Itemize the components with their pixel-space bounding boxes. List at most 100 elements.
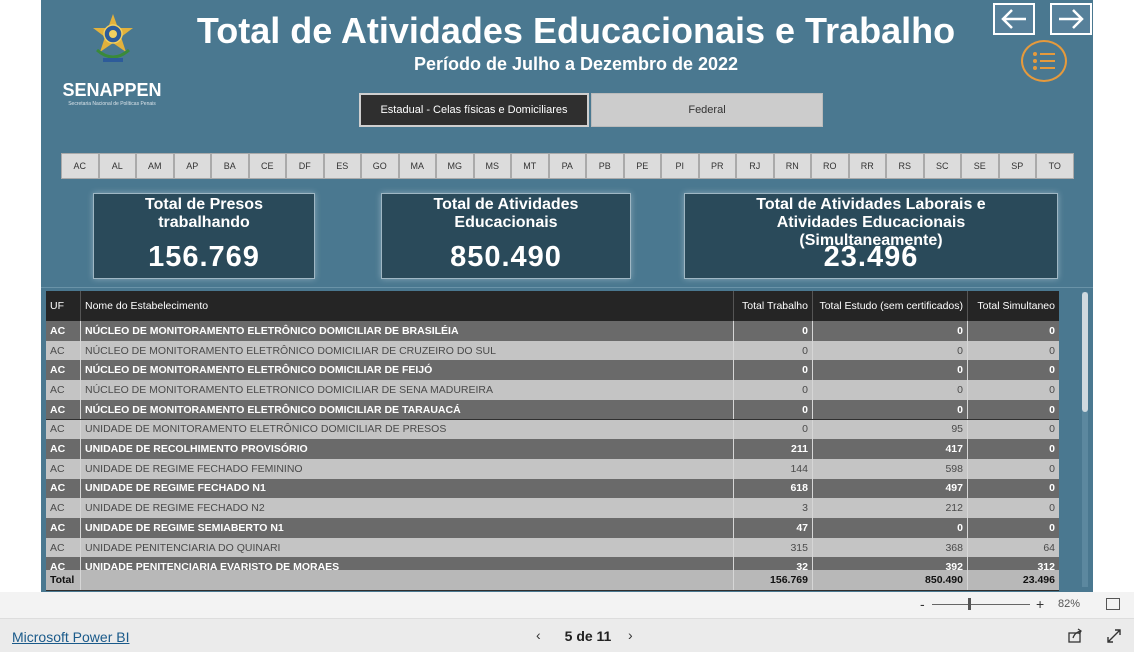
zoom-out-button[interactable]: - [920,596,925,612]
state-filter-df[interactable]: DF [286,153,324,179]
table-row[interactable]: AC UNIDADE DE REGIME FECHADO N1 618 497 0 [46,478,1059,499]
state-filter-to[interactable]: TO [1036,153,1074,179]
kpi-title: Total de Atividades Educacionais [433,196,579,231]
senappen-logo: SENAPPEN Secretaria Nacional de Política… [55,10,165,107]
col-trabalho-header[interactable]: Total Trabalho [734,291,813,321]
state-filter-ms[interactable]: MS [473,153,511,179]
table-row[interactable]: AC UNIDADE DE REGIME FECHADO FEMININO 144 5… [46,458,1059,479]
table-row[interactable]: AC NÚCLEO DE MONITORAMENTO ELETRONICO DOM… [46,380,1059,400]
state-filter: AC AL AM AP BA CE DF ES GO MA MG MS MT PA PB PE PI PR RJ RN… [61,153,1074,179]
state-filter-rn[interactable]: RN [773,153,811,179]
arrow-left-icon [1001,9,1026,29]
cell-uf: AC [46,340,81,361]
total-label: Total [46,570,81,590]
fit-to-page-icon[interactable] [1106,598,1120,610]
table-row[interactable]: AC UNIDADE DE REGIME SEMIABERTO N1 47 0 0 [46,518,1059,538]
next-page-button[interactable] [1050,3,1092,35]
table-scrollbar[interactable] [1082,292,1088,587]
table-row[interactable]: AC UNIDADE DE REGIME FECHADO N2 3 212 0 [46,498,1059,518]
page-prev-button[interactable]: ‹ [536,627,541,643]
state-filter-ce[interactable]: CE [248,153,286,179]
table-row[interactable]: AC NÚCLEO DE MONITORAMENTO ELETRÔNICO DOM… [46,340,1059,361]
cell-estudo: 95 [813,419,968,440]
cell-trabalho: 0 [734,321,813,341]
footer-bar: Microsoft Power BI ‹ 5 de 11 › [0,618,1134,652]
state-filter-ap[interactable]: AP [173,153,211,179]
state-filter-pr[interactable]: PR [698,153,736,179]
state-filter-ro[interactable]: RO [811,153,849,179]
state-filter-pi[interactable]: PI [661,153,699,179]
state-filter-se[interactable]: SE [961,153,999,179]
powerbi-viewer: SENAPPEN Secretaria Nacional de Política… [0,0,1134,652]
zoom-slider-thumb[interactable] [968,598,971,610]
list-menu-icon [1033,52,1055,70]
prev-page-button[interactable] [993,3,1035,35]
table-row[interactable]: AC UNIDADE DE RECOLHIMENTO PROVISÓRIO 211 4… [46,439,1059,459]
col-simultaneo-header[interactable]: Total Simultaneo [968,291,1059,321]
state-filter-sp[interactable]: SP [998,153,1036,179]
table-row[interactable]: AC NÚCLEO DE MONITORAMENTO ELETRÔNICO DOM… [46,399,1059,420]
cell-uf: AC [46,518,81,538]
menu-button[interactable] [1021,40,1067,82]
cell-simultaneo: 0 [1049,344,1055,357]
cell-estudo: 0 [813,340,968,361]
kpi-value: 156.769 [148,241,260,273]
cell-uf: AC [46,399,81,420]
establishment-table[interactable]: UF Nome do Estabelecimento Total Trabalh… [46,291,1059,591]
state-filter-ac[interactable]: AC [61,153,99,179]
table-header: UF Nome do Estabelecimento Total Trabalh… [46,291,1059,321]
cell-estudo: 497 [813,478,968,499]
cell-simultaneo: 0 [1049,423,1055,436]
state-filter-ma[interactable]: MA [398,153,436,179]
cell-simultaneo: 0 [1049,364,1055,377]
col-estudo-header[interactable]: Total Estudo (sem certificados) [813,291,968,321]
table-row[interactable]: AC UNIDADE PENITENCIARIA DO QUINARI 315 368… [46,537,1059,558]
state-filter-pb[interactable]: PB [586,153,624,179]
period-subtitle: Período de Julho a Dezembro de 2022 [413,54,739,74]
state-filter-go[interactable]: GO [361,153,399,179]
state-filter-rr[interactable]: RR [848,153,886,179]
cell-uf: AC [46,380,81,400]
col-uf-header[interactable]: UF [46,291,81,321]
state-filter-sc[interactable]: SC [923,153,961,179]
arrow-right-icon [1059,9,1084,29]
page-next-button[interactable]: › [628,627,633,643]
report-canvas: SENAPPEN Secretaria Nacional de Política… [41,0,1093,592]
cell-nome: UNIDADE DE RECOLHIMENTO PROVISÓRIO [81,439,734,459]
powerbi-link[interactable]: Microsoft Power BI [12,629,129,645]
scroll-thumb[interactable] [1082,292,1088,412]
cell-estudo: 0 [813,518,968,538]
state-filter-rs[interactable]: RS [886,153,924,179]
cell-uf: AC [46,478,81,499]
cell-uf: AC [46,537,81,558]
cell-uf: AC [46,439,81,459]
col-nome-header[interactable]: Nome do Estabelecimento [81,291,734,321]
cell-nome: NÚCLEO DE MONITORAMENTO ELETRONICO DOMIC… [81,380,734,400]
cell-uf: AC [46,498,81,518]
fullscreen-icon[interactable] [1106,628,1122,644]
state-filter-al[interactable]: AL [98,153,136,179]
state-filter-am[interactable]: AM [136,153,174,179]
cell-simultaneo: 0 [1049,482,1055,495]
kpi-card-presos: Total de Presos trabalhando 156.769 [93,193,315,279]
state-filter-mg[interactable]: MG [436,153,474,179]
state-filter-es[interactable]: ES [323,153,361,179]
cell-estudo: 0 [813,321,968,341]
table-row[interactable]: AC UNIDADE DE MONITORAMENTO ELETRÔNICO DO… [46,419,1059,440]
table-row[interactable]: AC NÚCLEO DE MONITORAMENTO ELETRÔNICO DOM… [46,321,1059,341]
estadual-button[interactable]: Estadual - Celas físicas e Domiciliares [359,93,589,127]
state-filter-ba[interactable]: BA [211,153,249,179]
state-filter-pe[interactable]: PE [623,153,661,179]
state-filter-rj[interactable]: RJ [736,153,774,179]
state-filter-mt[interactable]: MT [511,153,549,179]
zoom-slider-track[interactable] [932,604,1030,605]
cell-trabalho: 315 [734,537,813,558]
share-icon[interactable] [1067,628,1083,644]
state-filter-pa[interactable]: PA [548,153,586,179]
cell-estudo: 0 [813,380,968,400]
kpi-card-simultaneo: Total de Atividades Laborais e Atividade… [684,193,1058,279]
coat-of-arms-icon [93,14,133,62]
zoom-in-button[interactable]: + [1036,596,1044,612]
table-row[interactable]: AC NÚCLEO DE MONITORAMENTO ELETRÔNICO DOM… [46,360,1059,381]
federal-button[interactable]: Federal [591,93,823,127]
